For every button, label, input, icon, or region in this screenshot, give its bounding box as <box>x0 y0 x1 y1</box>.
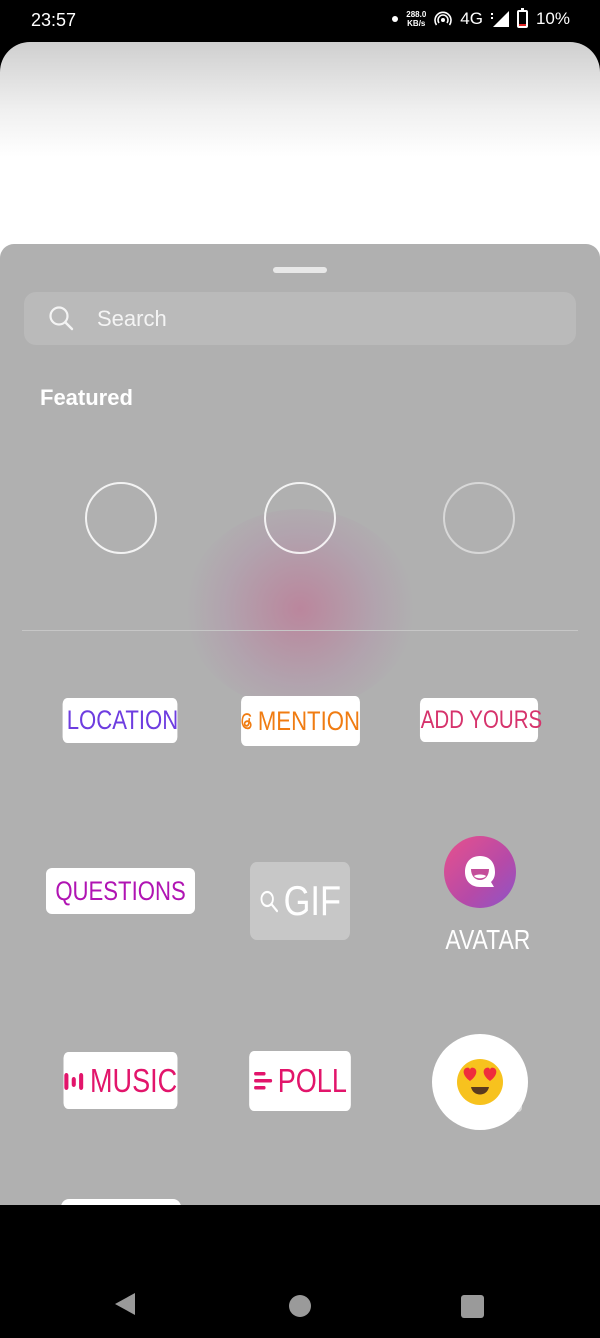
featured-loading-spinner <box>443 482 515 554</box>
sticker-label: MENTION <box>257 705 360 736</box>
sticker-music[interactable]: MUSIC <box>63 1052 178 1109</box>
sticker-questions[interactable]: QUESTIONS <box>46 868 195 938</box>
network-speed-unit: KB/s <box>407 19 426 28</box>
home-icon[interactable] <box>289 1295 311 1317</box>
story-canvas-background <box>0 42 600 272</box>
sticker-label: QUESTIONS <box>55 875 186 906</box>
status-time: 23:57 <box>31 10 77 30</box>
signal-icon <box>490 11 509 27</box>
system-nav-bar <box>0 1205 600 1338</box>
back-icon[interactable] <box>115 1293 135 1315</box>
sticker-gif[interactable]: GIF <box>249 862 351 940</box>
network-speed: 288.0 KB/s <box>406 10 426 28</box>
search-bar[interactable] <box>24 292 576 345</box>
sticker-mention[interactable]: MENTION <box>241 696 360 746</box>
network-speed-value: 288.0 <box>406 10 427 19</box>
poll-lines-icon <box>253 1072 272 1090</box>
sticker-label: MUSIC <box>90 1061 178 1099</box>
drag-handle[interactable] <box>273 267 327 273</box>
battery-percent: 10% <box>535 9 570 28</box>
sticker-tray-sheet: Featured LOCATION MENTION ADD YOURS QUES… <box>0 244 600 1205</box>
search-icon <box>49 306 74 331</box>
hotspot-icon <box>434 11 453 26</box>
recents-icon[interactable] <box>461 1295 484 1318</box>
status-icons: 288.0 KB/s 4G 10% <box>392 8 570 29</box>
search-icon <box>260 890 279 913</box>
avatar-icon <box>444 836 516 908</box>
music-bars-icon <box>64 1072 84 1090</box>
notification-dot-icon <box>392 16 399 22</box>
sticker-poll[interactable]: POLL <box>249 1051 351 1111</box>
featured-loading-spinner <box>264 482 336 554</box>
network-type: 4G <box>460 9 483 28</box>
battery-icon <box>516 8 528 28</box>
sticker-avatar[interactable]: AVATAR <box>436 836 530 956</box>
status-bar: 23:57 288.0 KB/s 4G 10% <box>0 0 600 42</box>
sticker-label: GIF <box>283 877 341 924</box>
featured-loading-spinner <box>85 482 157 554</box>
sticker-emoji-slider[interactable] <box>432 1034 528 1130</box>
sticker-add-yours[interactable]: ADD YOURS <box>419 698 542 742</box>
sticker-label: ADD YOURS <box>420 705 543 734</box>
section-title-featured: Featured <box>40 385 133 410</box>
divider <box>22 630 578 631</box>
search-input[interactable] <box>97 292 557 345</box>
heart-eyes-emoji-icon <box>457 1059 503 1105</box>
sticker-label: AVATAR <box>445 924 531 955</box>
sticker-location[interactable]: LOCATION <box>62 698 179 743</box>
sticker-label: POLL <box>277 1062 347 1099</box>
threads-at-icon <box>241 713 252 730</box>
sticker-label: LOCATION <box>66 705 179 735</box>
